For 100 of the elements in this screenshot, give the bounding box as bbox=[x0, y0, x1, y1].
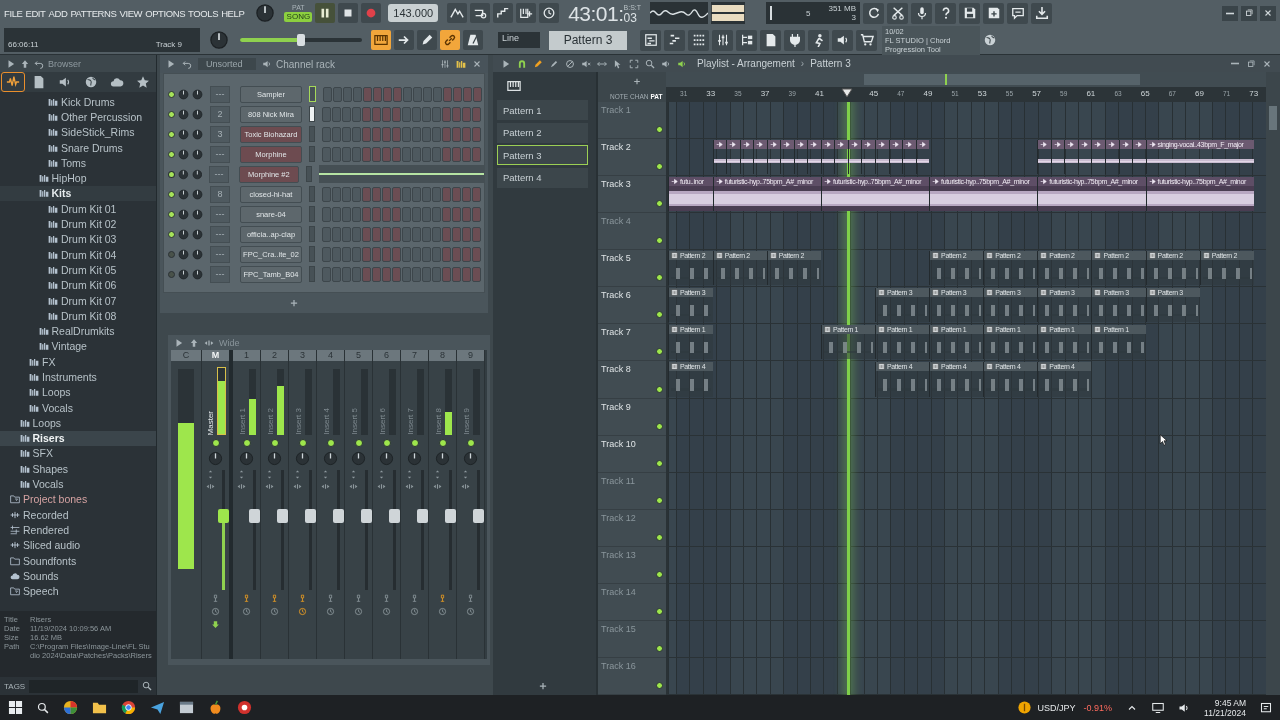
menu-item[interactable]: ADD bbox=[48, 7, 68, 19]
mixer-track-number[interactable]: --- bbox=[210, 205, 230, 223]
browser-item[interactable]: Speech bbox=[0, 583, 156, 599]
browser-item[interactable]: Snare Drums bbox=[0, 139, 156, 156]
browser-item[interactable]: Risers bbox=[0, 430, 156, 446]
strip-number: M bbox=[202, 350, 229, 361]
browser-item[interactable]: Shapes bbox=[0, 461, 156, 477]
hint-text: Track 9 bbox=[155, 40, 182, 49]
memory-value: 351 MB bbox=[828, 4, 857, 13]
browser-item[interactable]: Kick Drums bbox=[0, 94, 156, 110]
tempo-field[interactable]: 143.000 bbox=[388, 4, 439, 22]
browser-item[interactable]: Soundfonts bbox=[0, 552, 156, 569]
browser-item[interactable]: Kits bbox=[0, 185, 156, 202]
browser-item[interactable]: Loops bbox=[0, 384, 156, 400]
bar-number: 61 bbox=[1086, 89, 1096, 98]
browser-item[interactable]: SideStick_Rims bbox=[0, 124, 156, 140]
menu-item[interactable]: VIEW bbox=[119, 7, 143, 19]
track-header[interactable]: Track 2 bbox=[598, 139, 666, 177]
strip-number: C bbox=[171, 350, 201, 361]
track-header[interactable]: Track 5 bbox=[598, 250, 666, 288]
browser-item[interactable]: Instruments bbox=[0, 369, 156, 385]
strip-number: 1 bbox=[233, 350, 260, 361]
track-name: Track 6 bbox=[601, 290, 631, 301]
ticker-change: -0.91% bbox=[1083, 702, 1113, 713]
track-name: Track 8 bbox=[601, 364, 631, 375]
browser-item[interactable]: RealDrumkits bbox=[0, 323, 156, 339]
mode-toggle[interactable]: SONG bbox=[284, 12, 313, 22]
mixer-track-number[interactable]: 3 bbox=[210, 125, 230, 143]
browser-item[interactable]: Drum Kit 02 bbox=[0, 216, 156, 232]
browser-item[interactable]: Vintage bbox=[0, 338, 156, 355]
browser-item[interactable]: Other Percussion bbox=[0, 109, 156, 125]
mixer-track-number[interactable]: 2 bbox=[210, 105, 230, 123]
mixer-track-number[interactable]: --- bbox=[210, 225, 230, 243]
strip-number: 2 bbox=[261, 350, 288, 361]
mixer-track-number[interactable]: --- bbox=[209, 165, 229, 183]
menu-item[interactable]: PATTERNS bbox=[70, 7, 117, 19]
strip-name: Insert 5 bbox=[349, 408, 359, 435]
bar-number: 41 bbox=[814, 89, 824, 98]
track-name: Track 3 bbox=[601, 179, 631, 190]
mixer-track-number[interactable]: --- bbox=[210, 265, 230, 283]
browser-item[interactable]: Toms bbox=[0, 155, 156, 171]
strip-name: Insert 2 bbox=[265, 408, 275, 435]
browser-item[interactable]: Drum Kit 04 bbox=[0, 246, 156, 263]
ticker-symbol[interactable]: USD/JPY bbox=[1037, 702, 1076, 713]
browser-item[interactable]: Drum Kit 03 bbox=[0, 231, 156, 247]
browser-item[interactable]: Recorded bbox=[0, 507, 156, 523]
track-name: Track 16 bbox=[601, 660, 636, 671]
track-header[interactable]: Track 7 bbox=[598, 324, 666, 362]
mixer-track-number[interactable]: --- bbox=[210, 245, 230, 263]
browser-item[interactable]: Vocals bbox=[0, 476, 156, 492]
mixer-track-number[interactable]: --- bbox=[210, 85, 230, 103]
time-ticks: 03 bbox=[623, 11, 637, 25]
browser-item[interactable]: HipHop bbox=[0, 170, 156, 186]
track-header[interactable]: Track 6 bbox=[598, 287, 666, 325]
breadcrumb-pattern[interactable]: Pattern 3 bbox=[810, 58, 851, 69]
track-header[interactable]: Track 8 bbox=[598, 361, 666, 399]
browser-item[interactable]: Rendered bbox=[0, 522, 156, 538]
breadcrumb-separator: › bbox=[800, 58, 805, 69]
menu-item[interactable]: EDIT bbox=[25, 7, 46, 19]
pattern-item[interactable]: Pattern 1 bbox=[497, 100, 588, 120]
menu-item[interactable]: FILE bbox=[4, 7, 23, 19]
bar-number: 53 bbox=[977, 89, 987, 98]
menu-item[interactable]: OPTIONS bbox=[145, 7, 186, 19]
menu-item[interactable]: HELP bbox=[221, 7, 245, 19]
browser-item[interactable]: Drum Kit 07 bbox=[0, 292, 156, 309]
clock-date[interactable]: 11/21/2024 bbox=[1204, 707, 1246, 718]
bar-number: 65 bbox=[1140, 89, 1150, 98]
menu-item[interactable]: TOOLS bbox=[188, 7, 219, 19]
snap-dropdown[interactable]: Line bbox=[498, 32, 540, 48]
clock-time[interactable]: 9:45 AM bbox=[1214, 697, 1246, 708]
bar-number: 57 bbox=[1032, 89, 1042, 98]
track-header[interactable]: Track 10 bbox=[598, 435, 666, 473]
track-header[interactable]: Track 3 bbox=[598, 176, 666, 214]
browser-item[interactable]: Drum Kit 01 bbox=[0, 201, 156, 217]
track-name: Track 4 bbox=[601, 216, 631, 227]
strip-name: Insert 6 bbox=[377, 408, 387, 435]
browser-item[interactable]: Vocals bbox=[0, 399, 156, 416]
browser-item[interactable]: Drum Kit 08 bbox=[0, 308, 156, 324]
browser-item[interactable]: Drum Kit 05 bbox=[0, 262, 156, 278]
browser-item[interactable]: Loops bbox=[0, 415, 156, 431]
mixer-track-number[interactable]: 8 bbox=[210, 185, 230, 203]
pattern-item[interactable]: Pattern 3 bbox=[497, 145, 588, 165]
pattern-item[interactable]: Pattern 2 bbox=[497, 122, 588, 143]
browser-item[interactable]: SFX bbox=[0, 445, 156, 462]
track-name: Track 2 bbox=[601, 142, 631, 153]
track-header[interactable]: Track 9 bbox=[598, 398, 666, 436]
filter-dropdown[interactable]: Unsorted bbox=[198, 58, 256, 70]
bar-number: 69 bbox=[1195, 89, 1204, 98]
browser-item[interactable]: Sliced audio bbox=[0, 537, 156, 553]
browser-item[interactable]: Project bones bbox=[0, 491, 156, 507]
track-name: Track 9 bbox=[601, 401, 631, 412]
pattern-selector[interactable]: Pattern 3 bbox=[549, 30, 627, 50]
browser-item[interactable]: Drum Kit 06 bbox=[0, 277, 156, 293]
pattern-item[interactable]: Pattern 4 bbox=[497, 167, 588, 188]
track-name: Track 13 bbox=[601, 549, 636, 560]
track-name: Track 1 bbox=[601, 105, 631, 115]
browser-item[interactable]: FX bbox=[0, 354, 156, 370]
mixer-strip[interactable]: M Master bbox=[202, 350, 233, 659]
mixer-track-number[interactable]: --- bbox=[210, 145, 230, 163]
browser-item[interactable]: Sounds bbox=[0, 568, 156, 584]
